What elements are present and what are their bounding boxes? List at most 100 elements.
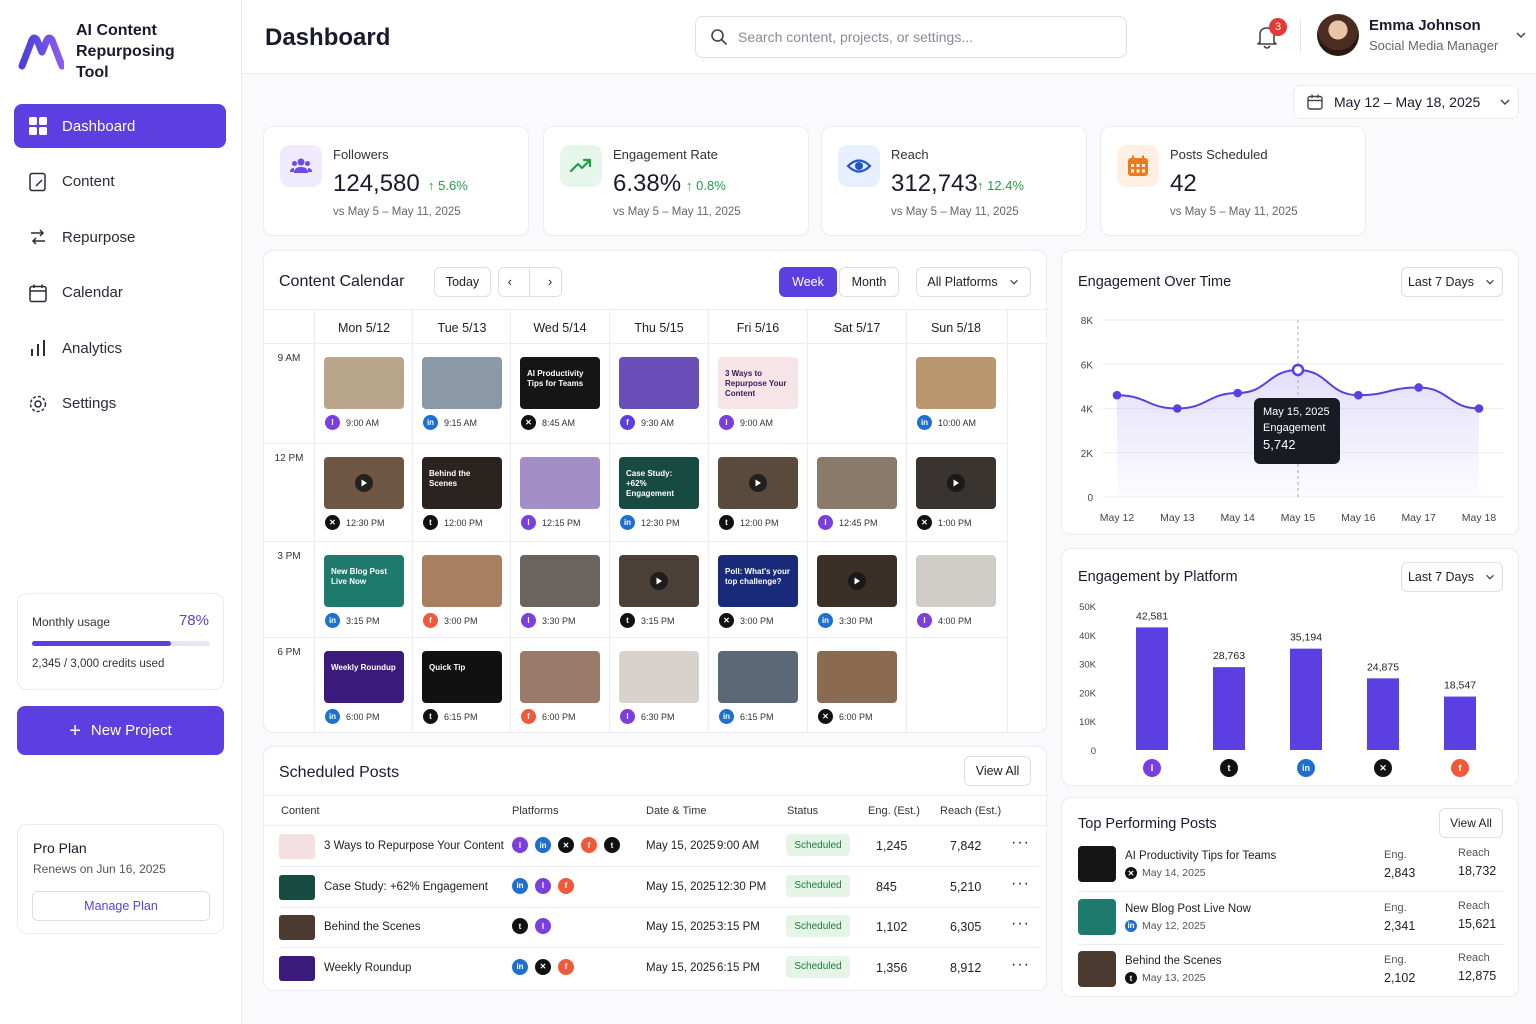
more-options-icon[interactable]: ··· (1011, 956, 1030, 974)
post-thumbnail[interactable] (916, 555, 996, 607)
post-thumbnail[interactable]: AI Productivity Tips for Teams (520, 357, 600, 409)
sidebar-item-calendar[interactable]: Calendar (14, 271, 226, 315)
date-range-picker[interactable]: May 12 – May 18, 2025 (1293, 85, 1519, 119)
post-thumbnail[interactable] (817, 651, 897, 703)
more-options-icon[interactable]: ··· (1011, 834, 1030, 852)
search-input[interactable] (738, 29, 1108, 45)
post-thumbnail[interactable]: Behind the Scenes (422, 457, 502, 509)
top-post-row[interactable]: AI Productivity Tips for Teams ✕ May 14, 2… (1078, 846, 1508, 892)
divider (264, 309, 1048, 310)
chevron-right-icon[interactable]: › (548, 275, 552, 289)
post-thumbnail[interactable] (916, 457, 996, 509)
post-thumbnail[interactable] (324, 357, 404, 409)
sidebar-item-analytics[interactable]: Analytics (14, 326, 226, 370)
divider (264, 443, 1007, 444)
data-point (1354, 390, 1363, 400)
today-button[interactable]: Today (434, 267, 491, 297)
sidebar-item-dashboard[interactable]: Dashboard (14, 104, 226, 148)
stat-change: ↑ 5.6% (428, 178, 468, 193)
post-thumbnail[interactable] (324, 457, 404, 509)
post-thumbnail[interactable] (619, 651, 699, 703)
stat-change-value: 5.6% (438, 178, 468, 193)
post-thumbnail[interactable]: Case Study: +62% Engagement (619, 457, 699, 509)
user-menu[interactable]: Emma Johnson Social Media Manager (1317, 14, 1528, 56)
sidebar-item-settings[interactable]: Settings (14, 382, 226, 426)
week-toggle[interactable]: Week (779, 267, 837, 297)
x-icon: ✕ (521, 415, 536, 430)
platform-bar-chart: 0 10K 20K 30K 40K 50K 42,581 28,763 35,194 24,875… (1079, 602, 1476, 757)
app-logo[interactable]: AI Content Repurposing Tool (18, 20, 206, 83)
table-row[interactable]: Weekly Roundup in ✕ f May 15, 2025 6:15 PM Sch… (264, 948, 1048, 988)
est-engagement: 1,102 (876, 920, 908, 934)
content-icon (28, 172, 48, 192)
post-time: 6:15 PM (444, 711, 478, 722)
post-thumbnail[interactable]: Weekly Roundup (324, 651, 404, 703)
more-options-icon[interactable]: ··· (1011, 875, 1030, 893)
eye-icon (838, 145, 880, 187)
top-post-row[interactable]: Behind the Scenes t May 13, 2025 Eng. 2,102 R… (1078, 951, 1508, 991)
post-meta: ✕ 1:00 PM (917, 515, 972, 530)
post-thumbnail[interactable] (520, 457, 600, 509)
column-header: Content (281, 805, 320, 817)
post-thumbnail[interactable] (718, 651, 798, 703)
post-time: 12:00 PM (444, 517, 483, 528)
top-post-row[interactable]: New Blog Post Live Now in May 12, 2025 Eng.… (1078, 898, 1508, 945)
post-time: 12:30 PM (641, 517, 680, 528)
post-thumbnail-text: Poll: What's your top challenge? (725, 567, 791, 586)
linkedin-icon: in (818, 613, 833, 628)
post-meta: ✕ 6:00 PM (818, 709, 873, 724)
table-row[interactable]: 3 Ways to Repurpose Your Content Iin ✕ f t Ma… (264, 826, 1048, 867)
manage-plan-button[interactable]: Manage Plan (32, 891, 210, 921)
post-thumbnail[interactable]: Quick Tip (422, 651, 502, 703)
search-box[interactable] (695, 16, 1127, 58)
post-thumbnail[interactable] (916, 357, 996, 409)
post-thumbnail[interactable] (817, 555, 897, 607)
x-icon: ✕ (1374, 759, 1392, 777)
post-meta: I 6:30 PM (620, 709, 675, 724)
facebook-orange-icon: f (558, 958, 574, 975)
post-thumbnail[interactable] (520, 651, 600, 703)
post-thumbnail[interactable] (817, 457, 897, 509)
post-date: May 15, 2025 (646, 880, 716, 893)
table-row[interactable]: Behind the Scenes t I May 15, 2025 3:15 PM Sc… (264, 907, 1048, 948)
post-thumbnail[interactable] (619, 357, 699, 409)
linkedin-icon: in (325, 709, 340, 724)
view-all-button[interactable]: View All (964, 756, 1031, 786)
post-thumbnail[interactable] (718, 457, 798, 509)
post-thumbnail-text: Weekly Roundup (331, 663, 396, 672)
post-thumbnail[interactable]: 3 Ways to Repurpose Your Content (718, 357, 798, 409)
post-time: 9:30 AM (641, 417, 675, 428)
instagram-icon: I (818, 515, 833, 530)
more-options-icon[interactable]: ··· (1011, 915, 1030, 933)
y-tick-label: 20K (1079, 688, 1097, 699)
platform-filter-label: All Platforms (927, 275, 998, 289)
post-thumbnail[interactable] (619, 555, 699, 607)
post-meta: f 3:00 PM (423, 613, 478, 628)
post-time: 12:30 PM (717, 880, 767, 893)
post-thumbnail[interactable] (422, 357, 502, 409)
post-thumbnail[interactable] (422, 555, 502, 607)
stat-change-value: 12.4% (987, 178, 1024, 193)
sidebar-item-repurpose[interactable]: Repurpose (14, 215, 226, 259)
post-thumbnail[interactable]: New Blog Post Live Now (324, 555, 404, 607)
post-time: 9:15 AM (444, 417, 478, 428)
post-meta: I 9:00 AM (325, 415, 379, 430)
chevron-left-icon[interactable]: ‹ (508, 275, 512, 289)
content-calendar: Content Calendar Today ‹ › Week Month Al… (263, 250, 1048, 733)
view-all-button[interactable]: View All (1439, 808, 1503, 838)
platform-filter[interactable]: All Platforms (916, 267, 1031, 297)
est-reach: 7,842 (950, 839, 982, 853)
post-thumbnail[interactable] (520, 555, 600, 607)
divider (264, 795, 1048, 796)
post-thumbnail[interactable]: Poll: What's your top challenge? (718, 555, 798, 607)
month-toggle[interactable]: Month (839, 267, 899, 297)
divider (264, 637, 1007, 638)
post-meta: t 6:15 PM (423, 709, 478, 724)
new-project-button[interactable]: + New Project (17, 706, 224, 755)
post-time: 3:30 PM (839, 615, 873, 626)
table-row[interactable]: Case Study: +62% Engagement in If May 15, 2… (264, 867, 1048, 908)
post-meta: in 3:30 PM (818, 613, 873, 628)
sidebar-item-content[interactable]: Content (14, 160, 226, 204)
tiktok-icon: t (512, 918, 528, 934)
post-meta: I 12:15 PM (521, 515, 581, 530)
